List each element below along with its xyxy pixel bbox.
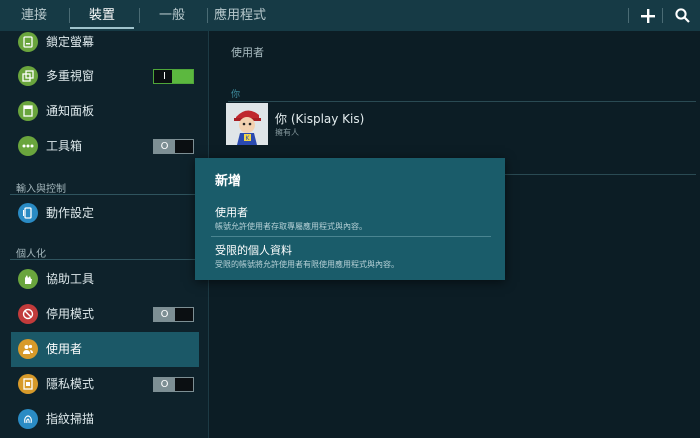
option-title: 使用者 xyxy=(215,206,248,219)
tab-applications[interactable]: 應用程式 xyxy=(212,0,268,31)
section-header-you: 你 xyxy=(231,90,241,100)
toolbox-toggle[interactable]: O xyxy=(153,139,194,154)
user-role: 擁有人 xyxy=(275,128,299,137)
add-button[interactable] xyxy=(633,0,663,31)
fingerprint-icon xyxy=(18,409,38,429)
sidebar-item-label: 動作設定 xyxy=(46,206,95,220)
users-icon xyxy=(18,339,38,359)
toggle-mark: O xyxy=(160,141,169,152)
user-name: 你 (Kisplay Kis) xyxy=(275,112,365,126)
add-restricted-profile-option[interactable]: 受限的個人資料 受限的帳號將允許使用者有限使用應用程式與內容。 xyxy=(195,238,505,274)
sidebar-item-users[interactable]: 使用者 xyxy=(11,332,199,367)
sidebar-item-label: 指紋掃描 xyxy=(46,412,95,426)
tab-device[interactable]: 裝置 xyxy=(70,0,134,31)
toolbox-icon xyxy=(18,136,38,156)
blocking-mode-toggle[interactable]: O xyxy=(153,307,194,322)
private-mode-toggle[interactable]: O xyxy=(153,377,194,392)
option-subtitle: 受限的帳號將允許使用者有限使用應用程式與內容。 xyxy=(215,260,399,269)
toggle-knob xyxy=(172,70,193,83)
lock-screen-icon xyxy=(18,32,38,52)
toggle-mark: O xyxy=(160,309,169,320)
search-icon xyxy=(674,8,690,23)
motion-icon xyxy=(18,203,38,223)
tab-divider xyxy=(628,8,629,23)
section-header-personalization: 個人化 xyxy=(16,249,46,260)
notification-panel-icon xyxy=(18,101,38,121)
toggle-mark: O xyxy=(160,379,169,390)
sidebar-item-label: 停用模式 xyxy=(46,307,95,321)
private-mode-icon xyxy=(18,374,38,394)
sidebar-item-motion[interactable]: 動作設定 xyxy=(0,196,208,231)
sidebar-item-label: 隱私模式 xyxy=(46,377,95,391)
sidebar-item-lock-screen[interactable]: 鎖定螢幕 xyxy=(0,31,208,60)
accessibility-icon xyxy=(18,269,38,289)
sidebar-item-accessibility[interactable]: 協助工具 xyxy=(0,262,208,297)
add-user-option[interactable]: 使用者 帳號允許使用者存取專屬應用程式與內容。 xyxy=(195,198,505,234)
blocking-mode-icon xyxy=(18,304,38,324)
tab-divider xyxy=(207,8,208,23)
dialog-title: 新增 xyxy=(215,174,242,189)
page-title: 使用者 xyxy=(231,46,264,59)
multi-window-toggle[interactable]: I xyxy=(153,69,194,84)
settings-sidebar: 鎖定螢幕 多重視窗 I 通知面板 工具箱 O 輸入與控制 動作設定 個人化 協助… xyxy=(0,31,209,438)
sidebar-item-fingerprint[interactable]: 指紋掃描 xyxy=(0,402,208,437)
search-button[interactable] xyxy=(667,0,697,31)
option-subtitle: 帳號允許使用者存取專屬應用程式與內容。 xyxy=(215,222,367,231)
sidebar-item-label: 鎖定螢幕 xyxy=(46,35,95,49)
tab-divider xyxy=(662,8,663,23)
section-header-input-control: 輸入與控制 xyxy=(16,184,66,195)
section-divider xyxy=(10,194,200,195)
sidebar-item-label: 通知面板 xyxy=(46,104,95,118)
add-user-dialog: 新增 使用者 帳號允許使用者存取專屬應用程式與內容。 受限的個人資料 受限的帳號… xyxy=(195,158,505,280)
multi-window-icon xyxy=(18,66,38,86)
top-tab-bar: 連接 裝置 一般 應用程式 xyxy=(0,0,700,31)
plus-icon xyxy=(641,8,655,23)
section-divider xyxy=(10,259,200,260)
avatar[interactable]: K xyxy=(226,103,268,145)
option-title: 受限的個人資料 xyxy=(215,244,292,257)
sidebar-item-label: 工具箱 xyxy=(46,139,83,153)
tab-general[interactable]: 一般 xyxy=(150,0,194,31)
sidebar-item-label: 使用者 xyxy=(46,342,83,356)
tab-connections[interactable]: 連接 xyxy=(12,0,56,31)
sidebar-item-label: 多重視窗 xyxy=(46,69,95,83)
section-divider xyxy=(228,101,696,102)
option-divider xyxy=(211,236,491,237)
sidebar-item-notification-panel[interactable]: 通知面板 xyxy=(0,94,208,129)
sidebar-item-label: 協助工具 xyxy=(46,272,95,286)
tab-divider xyxy=(139,8,140,23)
